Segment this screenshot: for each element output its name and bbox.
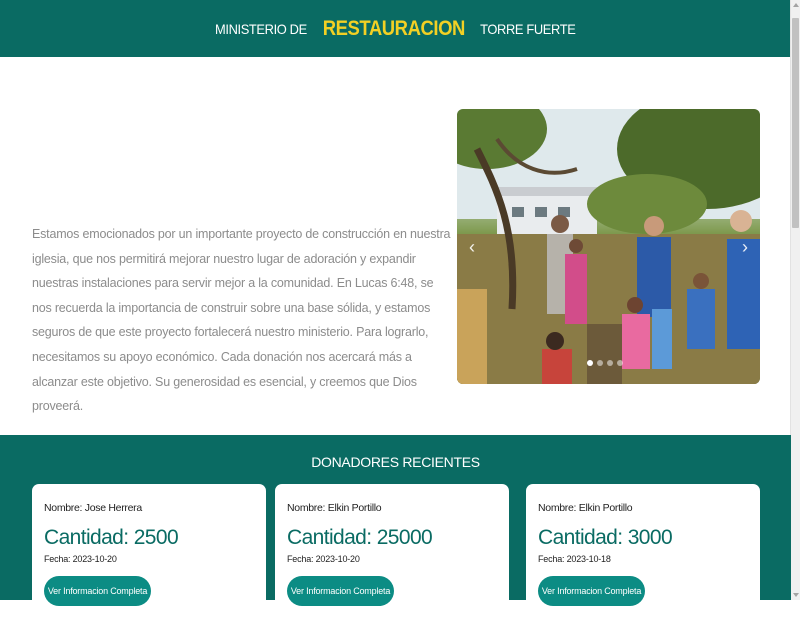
scrollbar-thumb[interactable] xyxy=(792,18,799,228)
photo-carousel[interactable]: ‹ › xyxy=(457,109,760,384)
donor-card: Nombre: Elkin Portillo Cantidad: 3000 Fe… xyxy=(526,484,760,624)
donor-name: Nombre: Elkin Portillo xyxy=(538,502,633,514)
carousel-next-icon[interactable]: › xyxy=(742,237,748,258)
hero-description: Estamos emocionados por un importante pr… xyxy=(32,227,451,414)
carousel-indicator[interactable] xyxy=(607,360,613,366)
view-details-button[interactable]: Ver Informacion Completa xyxy=(287,576,394,606)
donor-name: Nombre: Elkin Portillo xyxy=(287,502,382,514)
view-details-button[interactable]: Ver Informacion Completa xyxy=(44,576,151,606)
site-header: MINISTERIO DE RESTAURACION TORRE FUERTE xyxy=(0,0,791,57)
donor-card: Nombre: Jose Herrera Cantidad: 2500 Fech… xyxy=(32,484,266,624)
donor-card: Nombre: Elkin Portillo Cantidad: 25000 F… xyxy=(275,484,509,624)
header-title-highlight: RESTAURACION xyxy=(322,16,465,40)
view-details-button[interactable]: Ver Informacion Completa xyxy=(538,576,645,606)
header-title-part3: TORRE FUERTE xyxy=(480,20,577,37)
hero-title-line2: Torre Fuerte xyxy=(32,156,227,202)
donor-date: Fecha: 2023-10-18 xyxy=(538,554,611,564)
page-scrollbar[interactable] xyxy=(790,0,800,600)
scroll-up-arrow-icon[interactable] xyxy=(793,3,799,7)
donor-amount: Cantidad: 2500 xyxy=(44,526,179,549)
donor-date: Fecha: 2023-10-20 xyxy=(287,554,360,564)
donor-amount: Cantidad: 25000 xyxy=(287,526,433,549)
recent-donors-heading: DONADORES RECIENTES xyxy=(311,454,480,470)
carousel-indicator[interactable] xyxy=(587,360,593,366)
carousel-indicator[interactable] xyxy=(597,360,603,366)
carousel-photo xyxy=(457,109,760,384)
hero-title-line1: Ministerio de Restauracion xyxy=(32,111,461,157)
donor-amount: Cantidad: 3000 xyxy=(538,526,673,549)
carousel-indicator[interactable] xyxy=(617,360,623,366)
carousel-indicators xyxy=(587,360,623,366)
donor-date: Fecha: 2023-10-20 xyxy=(44,554,117,564)
header-title-part1: MINISTERIO DE xyxy=(214,20,307,37)
hero-title: Ministerio de Restauracion Torre Fuerte xyxy=(32,112,452,202)
scroll-down-arrow-icon[interactable] xyxy=(793,593,799,597)
recent-donors-section: DONADORES RECIENTES Nombre: Jose Herrera… xyxy=(0,435,791,624)
donor-name: Nombre: Jose Herrera xyxy=(44,502,142,514)
carousel-prev-icon[interactable]: ‹ xyxy=(469,237,475,258)
